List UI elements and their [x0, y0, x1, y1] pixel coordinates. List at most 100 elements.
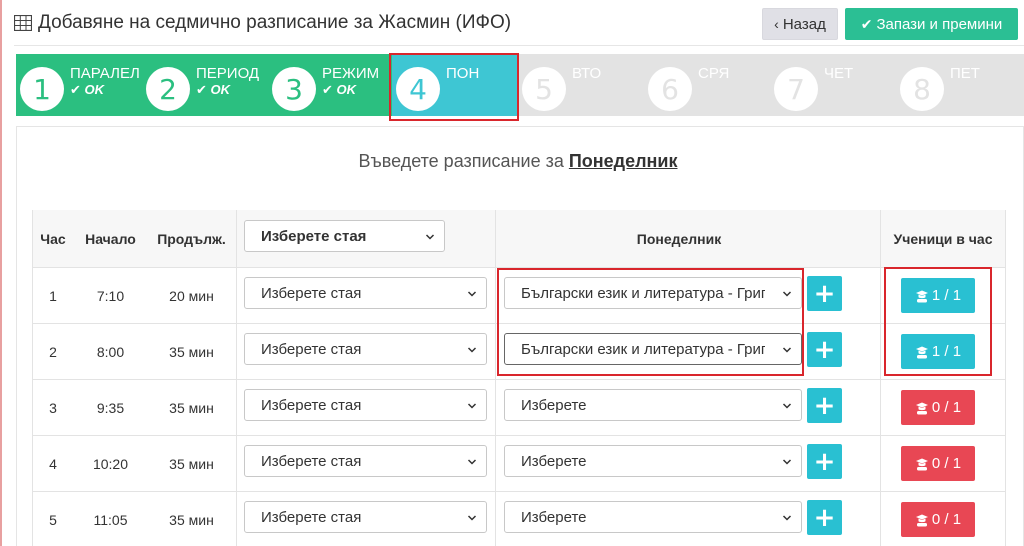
highlight-subjects — [497, 268, 804, 376]
hour-cell: 4 — [49, 455, 57, 472]
room-select[interactable]: Изберете стая — [244, 333, 487, 365]
chevron-down-icon — [782, 515, 792, 521]
header-duration: Продълж. — [157, 230, 226, 247]
plus-icon: + — [813, 446, 836, 477]
step-label: РЕЖИМ — [322, 65, 380, 82]
page-title: Добавяне на седмично разписание за Жасми… — [14, 12, 511, 34]
room-select[interactable]: Изберете стая — [244, 389, 487, 421]
students-count: 0 / 1 — [931, 455, 962, 472]
start-cell: 7:10 — [96, 287, 125, 304]
duration-cell: 35 мин — [169, 511, 214, 528]
chevron-down-icon — [467, 347, 477, 353]
room-select[interactable]: Изберете стая — [244, 501, 487, 533]
student-icon — [915, 514, 928, 526]
hour-cell: 2 — [49, 343, 57, 360]
duration-cell: 35 мин — [169, 399, 214, 416]
chevron-down-icon — [467, 515, 477, 521]
check-icon: ✔ — [322, 82, 333, 97]
subtitle-day: Понеделник — [568, 151, 678, 171]
chevron-down-icon — [467, 291, 477, 297]
header-start: Начало — [85, 230, 136, 247]
table-header-row: Час Начало Продълж. Понеделник Ученици в… — [32, 210, 1006, 267]
page-header: Добавяне на седмично разписание за Жасми… — [14, 6, 1024, 42]
select-value: Изберете стая — [261, 227, 367, 245]
subject-select[interactable]: Изберете — [504, 501, 802, 533]
start-cell: 10:20 — [92, 455, 129, 472]
chevron-down-icon — [782, 459, 792, 465]
step-tue[interactable]: 5 ВТО — [518, 54, 644, 116]
step-label: ВТО — [572, 65, 602, 82]
select-value: Изберете стая — [261, 452, 362, 470]
step-wed[interactable]: 6 СРЯ — [644, 54, 770, 116]
duration-cell: 20 мин — [169, 287, 214, 304]
select-value: Изберете — [521, 396, 587, 414]
select-value: Изберете стая — [261, 508, 362, 526]
select-value: Изберете — [521, 508, 587, 526]
student-icon — [915, 458, 928, 470]
room-select[interactable]: Изберете стая — [244, 277, 487, 309]
step-label: СРЯ — [698, 65, 730, 82]
duration-cell: 35 мин — [169, 343, 214, 360]
step-status: ✔ OK — [70, 82, 104, 98]
students-count: 0 / 1 — [931, 399, 962, 416]
step-fri[interactable]: 8 ПЕТ — [896, 54, 1022, 116]
subject-select[interactable]: Изберете — [504, 445, 802, 477]
step-number: 8 — [900, 67, 944, 111]
hour-cell: 1 — [49, 287, 57, 304]
students-count-button[interactable]: 0 / 1 — [901, 390, 975, 425]
step-status-text: OK — [336, 82, 357, 97]
students-count-button[interactable]: 0 / 1 — [901, 446, 975, 481]
start-cell: 9:35 — [96, 399, 125, 416]
back-button-label: Назад — [782, 15, 826, 33]
step-status-text: OK — [84, 82, 105, 97]
plus-icon: + — [813, 390, 836, 421]
select-value: Изберете — [521, 452, 587, 470]
subject-select[interactable]: Изберете — [504, 389, 802, 421]
duration-cell: 35 мин — [169, 455, 214, 472]
save-and-continue-button[interactable]: ✔ Запази и премини — [845, 8, 1018, 40]
subtitle-prefix: Въведете разписание за — [358, 151, 564, 171]
step-number: 2 — [146, 67, 190, 111]
chevron-left-icon: ‹ — [774, 16, 779, 32]
step-period[interactable]: 2 ПЕРИОД ✔ OK — [142, 54, 268, 116]
add-subject-button[interactable]: + — [807, 388, 842, 423]
add-subject-button[interactable]: + — [807, 276, 842, 311]
chevron-down-icon — [467, 459, 477, 465]
step-paralel[interactable]: 1 ПАРАЛЕЛ ✔ OK — [16, 54, 142, 116]
left-accent-bar — [0, 0, 2, 546]
students-count: 0 / 1 — [931, 511, 962, 528]
hour-cell: 3 — [49, 399, 57, 416]
room-select[interactable]: Изберете стая — [244, 445, 487, 477]
student-icon — [915, 402, 928, 414]
step-status-text: OK — [210, 82, 231, 97]
step-thu[interactable]: 7 ЧЕТ — [770, 54, 896, 116]
save-button-label: Запази и премини — [876, 15, 1003, 33]
start-cell: 8:00 — [96, 343, 125, 360]
panel-subtitle: Въведете разписание за Понеделник — [0, 151, 1024, 172]
select-value: Изберете стая — [261, 396, 362, 414]
students-count-button[interactable]: 0 / 1 — [901, 502, 975, 537]
chevron-down-icon — [467, 403, 477, 409]
step-number: 5 — [522, 67, 566, 111]
header-day: Понеделник — [636, 230, 722, 247]
step-label: ПЕТ — [950, 65, 980, 82]
table-row: 4 10:20 35 мин Изберете стая Изберете +0 / 1 — [32, 435, 1006, 491]
header-students: Ученици в час — [893, 230, 993, 247]
add-subject-button[interactable]: + — [807, 444, 842, 479]
table-row: 3 9:35 35 мин Изберете стая Изберете +0 / 1 — [32, 379, 1006, 435]
table-row: 5 11:05 35 мин Изберете стая Изберете +0 / 1 — [32, 491, 1006, 546]
step-rezhim[interactable]: 3 РЕЖИМ ✔ OK — [268, 54, 394, 116]
step-number: 3 — [272, 67, 316, 111]
wizard-steps: 1 ПАРАЛЕЛ ✔ OK 2 ПЕРИОД ✔ OK 3 РЕЖИМ ✔ O… — [16, 54, 1024, 116]
add-subject-button[interactable]: + — [807, 500, 842, 535]
chevron-down-icon — [782, 403, 792, 409]
step-number: 7 — [774, 67, 818, 111]
step-status: ✔ OK — [322, 82, 356, 98]
bulk-room-select[interactable]: Изберете стая — [244, 220, 445, 252]
back-button[interactable]: ‹ Назад — [762, 8, 838, 40]
add-subject-button[interactable]: + — [807, 332, 842, 367]
check-icon: ✔ — [860, 15, 873, 32]
table-icon — [14, 15, 32, 31]
start-cell: 11:05 — [93, 511, 128, 528]
step-label: ПЕРИОД — [196, 65, 260, 82]
